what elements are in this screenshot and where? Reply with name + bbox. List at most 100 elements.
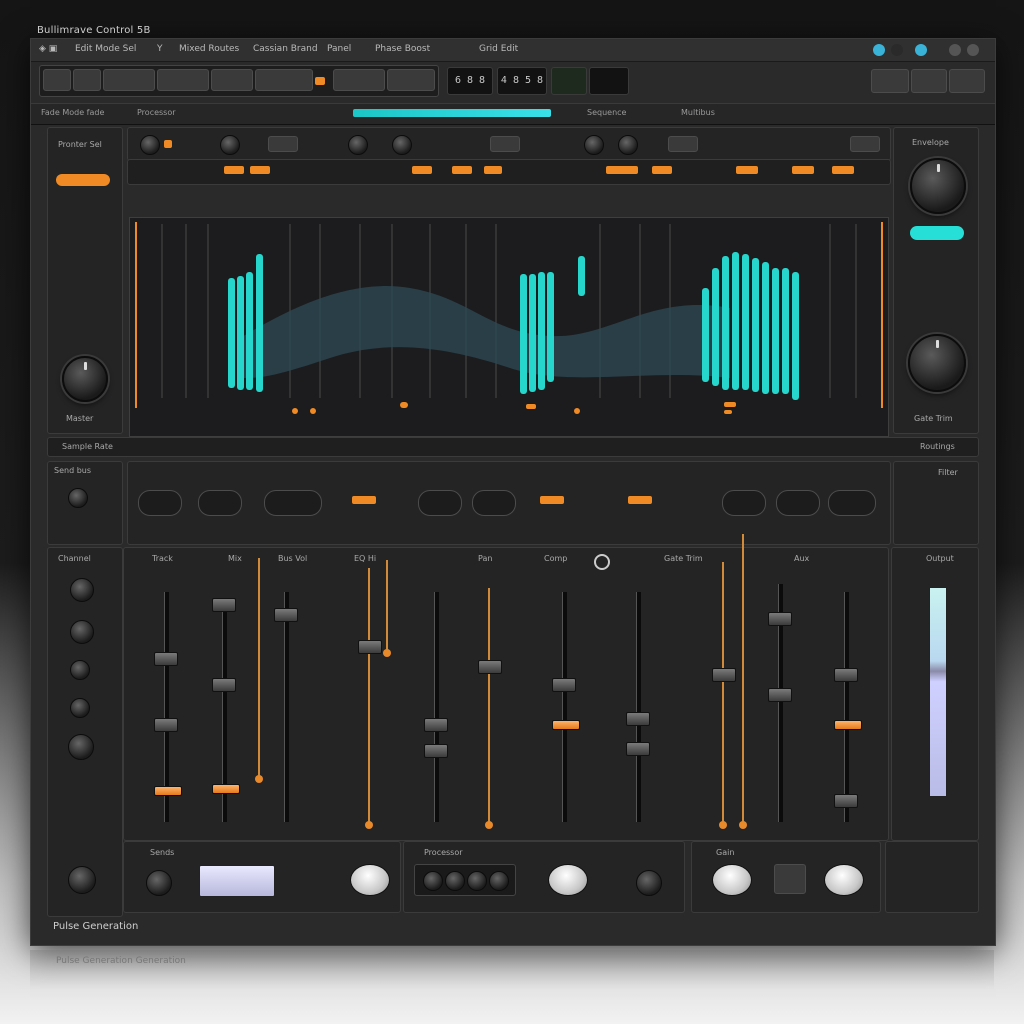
marker[interactable] (652, 166, 672, 174)
automation-line[interactable] (485, 588, 493, 829)
fader-cap[interactable] (274, 608, 298, 622)
processor-slot[interactable] (414, 864, 516, 896)
fader-cap[interactable] (552, 720, 580, 730)
fader-cap[interactable] (212, 678, 236, 692)
mini-knob[interactable] (220, 135, 240, 155)
pill-button[interactable] (138, 490, 182, 516)
marker[interactable] (736, 166, 758, 174)
tool-button[interactable] (43, 69, 71, 91)
fader-cap[interactable] (212, 598, 236, 612)
menu-item[interactable]: Mixed Routes (179, 44, 239, 54)
fader-cap[interactable] (834, 720, 862, 730)
fader-cap[interactable] (626, 712, 650, 726)
mini-knob[interactable] (140, 135, 160, 155)
fader-cap[interactable] (768, 612, 792, 626)
mini-knob[interactable] (392, 135, 412, 155)
waveform-view[interactable] (129, 217, 889, 437)
processor-knob[interactable] (636, 870, 662, 896)
automation-line[interactable] (383, 560, 391, 657)
mini-knob[interactable] (423, 871, 443, 891)
fader-cap[interactable] (424, 718, 448, 732)
marker[interactable] (484, 166, 502, 174)
level-slider[interactable] (56, 174, 110, 186)
fader-cap[interactable] (712, 668, 736, 682)
pill-button[interactable] (722, 490, 766, 516)
channel-knob[interactable] (70, 698, 90, 718)
marker[interactable] (832, 166, 854, 174)
fader-cap[interactable] (358, 640, 382, 654)
pill-button[interactable] (264, 490, 322, 516)
fader-cap[interactable] (552, 678, 576, 692)
white-knob[interactable] (350, 864, 390, 896)
mini-knob[interactable] (584, 135, 604, 155)
mini-knob[interactable] (348, 135, 368, 155)
menu-item[interactable]: Phase Boost (375, 44, 430, 54)
marker[interactable] (224, 166, 244, 174)
gain-knob[interactable] (908, 334, 966, 392)
pad-button[interactable] (199, 865, 275, 897)
tool-button[interactable] (103, 69, 155, 91)
channel-knob[interactable] (68, 866, 96, 894)
menu-item[interactable]: Grid Edit (479, 44, 518, 54)
toggle-button[interactable] (268, 136, 298, 152)
menu-item[interactable]: Edit Mode Sel (75, 44, 136, 54)
cyan-slider[interactable] (910, 226, 964, 240)
marker[interactable] (606, 166, 638, 174)
tool-button[interactable] (333, 69, 385, 91)
tool-button[interactable] (73, 69, 101, 91)
automation-line[interactable] (255, 558, 263, 783)
pill-button[interactable] (776, 490, 820, 516)
tool-button[interactable] (157, 69, 209, 91)
master-knob[interactable] (62, 356, 108, 402)
automation-line[interactable] (719, 562, 727, 829)
channel-knob[interactable] (70, 620, 94, 644)
channel-knob[interactable] (68, 734, 94, 760)
send-knob[interactable] (68, 488, 88, 508)
square-button[interactable] (774, 864, 806, 894)
tool-button[interactable] (255, 69, 313, 91)
transport-button[interactable] (949, 69, 985, 93)
marker[interactable] (412, 166, 432, 174)
channel-knob[interactable] (70, 578, 94, 602)
mini-knob[interactable] (445, 871, 465, 891)
marker[interactable] (452, 166, 472, 174)
marker[interactable] (250, 166, 270, 174)
pill-button[interactable] (198, 490, 242, 516)
menu-item[interactable]: Panel (327, 44, 351, 54)
mini-knob[interactable] (618, 135, 638, 155)
transport-button[interactable] (911, 69, 947, 93)
fader-cap[interactable] (768, 688, 792, 702)
tool-button[interactable] (211, 69, 253, 91)
white-knob[interactable] (548, 864, 588, 896)
progress-bar[interactable] (353, 109, 551, 117)
fader-cap[interactable] (626, 742, 650, 756)
fader-cap[interactable] (834, 668, 858, 682)
fader-cap[interactable] (154, 786, 182, 796)
toggle-button[interactable] (668, 136, 698, 152)
toggle-button[interactable] (850, 136, 880, 152)
fader-cap[interactable] (154, 652, 178, 666)
fader-cap[interactable] (478, 660, 502, 674)
pill-button[interactable] (828, 490, 876, 516)
menu-item[interactable]: Y (157, 44, 163, 54)
toggle-button[interactable] (490, 136, 520, 152)
mini-knob[interactable] (467, 871, 487, 891)
pill-button[interactable] (418, 490, 462, 516)
white-knob[interactable] (712, 864, 752, 896)
app-icon[interactable]: ◈ ▣ (39, 44, 57, 54)
channel-knob[interactable] (70, 660, 90, 680)
solo-icon[interactable] (594, 554, 610, 570)
marker[interactable] (792, 166, 814, 174)
white-knob[interactable] (824, 864, 864, 896)
automation-line[interactable] (739, 534, 747, 829)
fader-cap[interactable] (154, 718, 178, 732)
tool-button[interactable] (387, 69, 435, 91)
automation-line[interactable] (365, 568, 373, 829)
menu-item[interactable]: Cassian Brand (253, 44, 318, 54)
fader-cap[interactable] (212, 784, 240, 794)
send-knob[interactable] (146, 870, 172, 896)
mini-knob[interactable] (489, 871, 509, 891)
transport-button[interactable] (871, 69, 909, 93)
fader-cap[interactable] (424, 744, 448, 758)
pill-button[interactable] (472, 490, 516, 516)
